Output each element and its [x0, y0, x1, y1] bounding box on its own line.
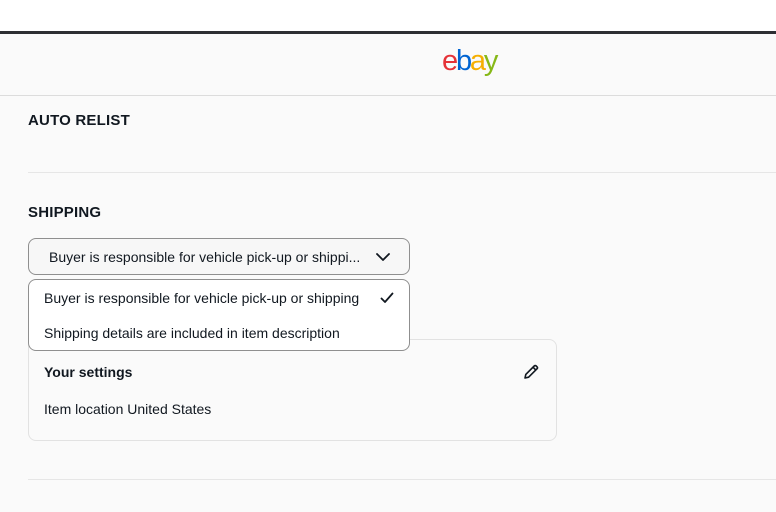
option-label: Buyer is responsible for vehicle pick-up…	[44, 290, 360, 306]
your-settings-card: Your settings Item location United State…	[28, 339, 557, 441]
site-header	[0, 34, 776, 96]
logo-letter: e	[442, 45, 458, 77]
shipping-method-select[interactable]: Buyer is responsible for vehicle pick-up…	[28, 238, 410, 275]
logo-letter: y	[483, 45, 499, 77]
section-divider	[28, 479, 776, 480]
option-buyer-responsible[interactable]: Buyer is responsible for vehicle pick-up…	[29, 281, 409, 315]
item-location-text: Item location United States	[44, 401, 212, 417]
option-label: Shipping details are included in item de…	[44, 325, 340, 341]
card-title: Your settings	[44, 364, 133, 380]
select-value: Buyer is responsible for vehicle pick-up…	[49, 249, 361, 265]
option-details-in-description[interactable]: Shipping details are included in item de…	[29, 316, 409, 350]
checkmark-icon	[380, 292, 394, 303]
section-divider	[28, 172, 776, 173]
chevron-down-icon	[376, 253, 390, 261]
browser-top-band	[0, 0, 776, 31]
auto-relist-heading: AUTO RELIST	[28, 112, 130, 129]
ebay-logo[interactable]: ebay	[442, 45, 499, 77]
shipping-options-listbox: Buyer is responsible for vehicle pick-up…	[28, 279, 410, 351]
logo-letter: a	[469, 45, 486, 77]
shipping-heading: SHIPPING	[28, 204, 102, 221]
pencil-icon[interactable]	[521, 362, 541, 382]
logo-letter: b	[455, 45, 472, 77]
